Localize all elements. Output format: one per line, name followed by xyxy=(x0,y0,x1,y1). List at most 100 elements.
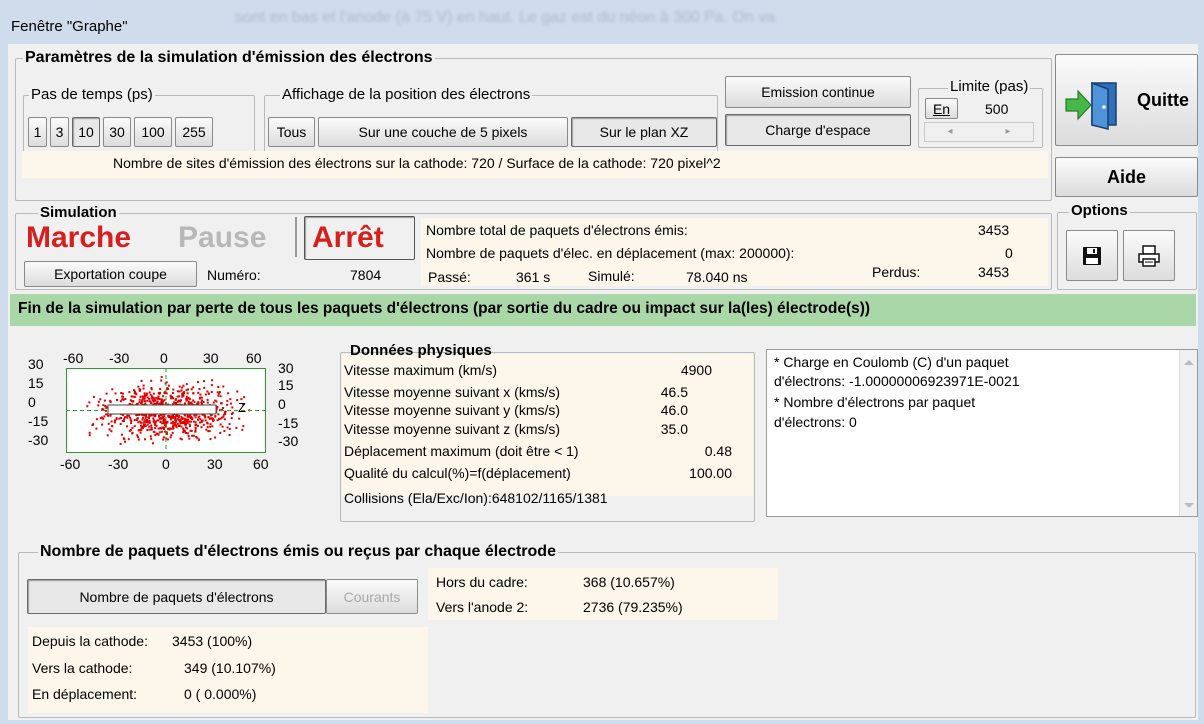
vers-label: Vers la cathode: xyxy=(32,660,133,676)
info-line: * Nombre d'électrons par paquet xyxy=(774,394,976,410)
physique-row-value: 4900 xyxy=(680,362,712,378)
info-scrollbar[interactable] xyxy=(1179,350,1197,516)
anode-label: Vers l'anode 2: xyxy=(436,599,529,615)
charge-espace-button[interactable]: Charge d'espace xyxy=(725,114,911,146)
status-text: Fin de la simulation par perte de tous l… xyxy=(18,300,871,317)
physique-row-label: Vitesse maximum (km/s) xyxy=(344,362,497,378)
endep-value: 0 ( 0.000%) xyxy=(184,686,257,702)
vers-value: 349 (10.107%) xyxy=(184,660,276,676)
marche-button[interactable]: Marche xyxy=(26,221,131,255)
hors-value: 368 (10.657%) xyxy=(583,574,675,590)
depl-value: 0 xyxy=(1005,245,1013,261)
pas-button-3[interactable]: 3 xyxy=(50,117,69,147)
main-panel: Paramètres de la simulation d'émission d… xyxy=(8,44,1198,720)
pas-button-255[interactable]: 255 xyxy=(175,117,213,147)
pas-button-30[interactable]: 30 xyxy=(103,117,131,147)
physique-row-label: Vitesse moyenne suivant y (kms/s) xyxy=(344,402,561,418)
passe-label: Passé: xyxy=(428,269,471,285)
hors-label: Hors du cadre: xyxy=(436,574,528,590)
pause-button[interactable]: Pause xyxy=(178,221,266,255)
plot-top-tick: 30 xyxy=(203,350,219,366)
window-title: Fenêtre "Graphe" xyxy=(11,18,128,35)
physique-row-value: 46.5 xyxy=(660,384,688,400)
physique-row-value: 46.0 xyxy=(660,402,688,418)
physique-row-label: Déplacement maximum (doit être < 1) xyxy=(344,443,579,459)
plot-bottom-tick: -60 xyxy=(60,456,81,472)
separator xyxy=(295,217,297,257)
scroll-down-arrow-icon[interactable] xyxy=(1184,503,1194,508)
xz-plot: -60 -30 0 30 60 30 15 0 -15 -30 30 15 0 … xyxy=(28,350,310,540)
arret-button[interactable]: Arrêt xyxy=(312,221,384,255)
info-line: * Charge en Coulomb (C) d'un paquet xyxy=(774,354,1009,370)
plot-right-tick: -15 xyxy=(278,415,299,431)
anode-value: 2736 (79.235%) xyxy=(583,599,683,615)
pas-button-10[interactable]: 10 xyxy=(72,117,100,147)
floppy-disk-icon xyxy=(1082,246,1102,266)
plot-bottom-tick: 30 xyxy=(207,456,223,472)
couche-button[interactable]: Sur une couche de 5 pixels xyxy=(318,117,568,147)
pas-button-1[interactable]: 1 xyxy=(28,117,47,147)
plot-bottom-tick: 60 xyxy=(253,456,269,472)
pas-button-100[interactable]: 100 xyxy=(134,117,172,147)
background-document-text: sont en bas et l'anode (à 75 V) en haut.… xyxy=(235,9,776,26)
info-textbox[interactable]: * Charge en Coulomb (C) d'un paquet d'él… xyxy=(766,349,1198,517)
endep-label: En déplacement: xyxy=(32,686,138,702)
simule-value: 78.040 ns xyxy=(686,269,748,285)
electrode-title: Nombre de paquets d'électrons émis ou re… xyxy=(38,543,558,561)
plot-top-tick: -30 xyxy=(109,350,130,366)
exportation-coupe-button[interactable]: Exportation coupe xyxy=(24,261,197,287)
plot-right-tick: 0 xyxy=(278,396,286,412)
limite-title: Limite (pas) xyxy=(948,78,1031,95)
limite-scrollbar[interactable]: ◂ ▸ xyxy=(924,122,1034,142)
scroll-up-arrow-icon[interactable] xyxy=(1184,360,1194,365)
numero-label: Numéro: xyxy=(207,267,261,283)
tous-button[interactable]: Tous xyxy=(268,117,315,147)
physique-row-value: 35.0 xyxy=(660,421,688,437)
passe-value: 361 s xyxy=(516,269,551,285)
physique-row-label: Qualité du calcul(%)=f(déplacement) xyxy=(344,465,571,481)
plan-xz-button[interactable]: Sur le plan XZ xyxy=(571,117,717,147)
scroll-left-arrow-icon[interactable]: ◂ xyxy=(925,123,975,141)
limite-value: 500 xyxy=(985,101,1009,117)
scroll-right-arrow-icon[interactable]: ▸ xyxy=(983,123,1033,141)
info-line: d'électrons: -1.00000006923971E-0021 xyxy=(774,373,1020,389)
aide-button[interactable]: Aide xyxy=(1055,157,1198,197)
courants-button[interactable]: Courants xyxy=(326,579,418,614)
simulation-title: Simulation xyxy=(38,204,119,221)
depuis-value: 3453 (100%) xyxy=(172,633,253,649)
total-label: Nombre total de paquets d'électrons émis… xyxy=(426,222,688,238)
print-button[interactable] xyxy=(1123,230,1175,281)
physique-row-label: Vitesse moyenne suivant z (kms/s) xyxy=(344,421,561,437)
params-title: Paramètres de la simulation d'émission d… xyxy=(23,49,435,67)
printer-icon xyxy=(1137,244,1161,267)
physique-row-label: Vitesse moyenne suivant x (kms/s) xyxy=(344,384,561,400)
plot-left-tick: -15 xyxy=(28,413,49,429)
depuis-label: Depuis la cathode: xyxy=(32,633,148,649)
exit-door-icon xyxy=(1064,80,1124,132)
plot-left-tick: 30 xyxy=(28,356,44,372)
plot-area xyxy=(66,368,266,453)
emission-continue-button[interactable]: Emission continue xyxy=(725,76,911,108)
limite-en-button[interactable]: En xyxy=(925,98,958,119)
physique-title: Données physiques xyxy=(350,342,492,359)
quitte-label: Quitte xyxy=(1137,89,1189,110)
info-line: d'électrons: 0 xyxy=(774,414,857,430)
save-button[interactable] xyxy=(1066,230,1118,281)
total-value: 3453 xyxy=(978,222,1010,238)
paquets-button[interactable]: Nombre de paquets d'électrons xyxy=(27,579,326,614)
physique-row-value: 0.48 xyxy=(704,443,732,459)
plot-right-tick: -30 xyxy=(278,433,299,449)
simule-label: Simulé: xyxy=(588,268,635,284)
plot-bottom-tick: -30 xyxy=(108,456,129,472)
plot-right-tick: 30 xyxy=(278,360,294,376)
perdus-label: Perdus: xyxy=(872,264,921,280)
numero-value: 7804 xyxy=(350,267,382,283)
plot-right-tick: 15 xyxy=(278,377,294,393)
plot-bottom-tick: 0 xyxy=(162,456,170,472)
plot-top-tick: 60 xyxy=(246,350,262,366)
plot-left-tick: 0 xyxy=(28,394,36,410)
plot-top-tick: -60 xyxy=(63,350,84,366)
depl-label: Nombre de paquets d'élec. en déplacement… xyxy=(426,245,795,261)
affichage-title: Affichage de la position des électrons xyxy=(280,86,533,103)
pas-title: Pas de temps (ps) xyxy=(29,86,155,103)
